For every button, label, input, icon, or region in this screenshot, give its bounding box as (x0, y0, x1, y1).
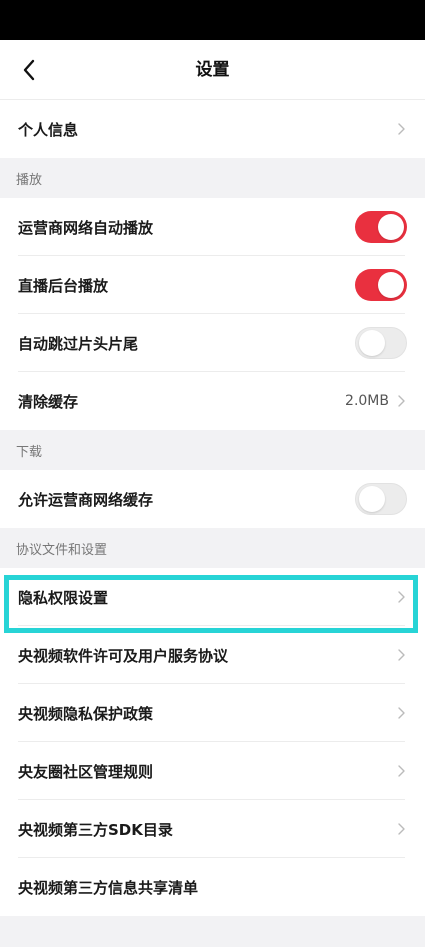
sdk-list-label: 央视频第三方SDK目录 (18, 820, 173, 839)
bottom-strip (0, 928, 425, 947)
toggle-knob (378, 214, 404, 240)
license-agreement-row[interactable]: 央视频软件许可及用户服务协议 (0, 626, 425, 684)
clear-cache-label: 清除缓存 (18, 392, 79, 411)
skip-intro-label: 自动跳过片头片尾 (18, 334, 139, 353)
info-sharing-label: 央视频第三方信息共享清单 (18, 878, 199, 897)
section-playback: 播放 (0, 158, 425, 198)
community-rules-label: 央友圈社区管理规则 (18, 762, 154, 781)
personal-info-row[interactable]: 个人信息 (0, 100, 425, 158)
allow-carrier-cache-toggle[interactable] (355, 483, 407, 515)
skip-intro-toggle[interactable] (355, 327, 407, 359)
cache-size-value: 2.0MB (345, 393, 389, 409)
chevron-right-icon (395, 122, 407, 136)
toggle-knob (359, 486, 385, 512)
chevron-right-icon (395, 822, 407, 836)
chevron-right-icon (395, 706, 407, 720)
skip-intro-row: 自动跳过片头片尾 (0, 314, 425, 372)
toggle-knob (378, 272, 404, 298)
allow-carrier-cache-label: 允许运营商网络缓存 (18, 490, 154, 509)
privacy-settings-row[interactable]: 隐私权限设置 (0, 568, 425, 626)
privacy-settings-label: 隐私权限设置 (18, 588, 109, 607)
settings-list: 个人信息 播放 运营商网络自动播放 直播后台播放 自动跳过片头片尾 清除缓存 2… (0, 100, 425, 916)
toggle-knob (359, 330, 385, 356)
section-download: 下载 (0, 430, 425, 470)
license-agreement-label: 央视频软件许可及用户服务协议 (18, 646, 229, 665)
carrier-autoplay-row: 运营商网络自动播放 (0, 198, 425, 256)
chevron-right-icon (395, 764, 407, 778)
personal-info-label: 个人信息 (18, 120, 79, 139)
community-rules-row[interactable]: 央友圈社区管理规则 (0, 742, 425, 800)
privacy-policy-label: 央视频隐私保护政策 (18, 704, 154, 723)
nav-header: 设置 (0, 40, 425, 100)
clear-cache-row[interactable]: 清除缓存 2.0MB (0, 372, 425, 430)
section-agreements: 协议文件和设置 (0, 528, 425, 568)
privacy-policy-row[interactable]: 央视频隐私保护政策 (0, 684, 425, 742)
info-sharing-row[interactable]: 央视频第三方信息共享清单 (0, 858, 425, 916)
carrier-autoplay-toggle[interactable] (355, 211, 407, 243)
page-title: 设置 (195, 60, 230, 80)
live-background-label: 直播后台播放 (18, 276, 109, 295)
chevron-right-icon (395, 648, 407, 662)
chevron-right-icon (395, 394, 407, 408)
live-background-toggle[interactable] (355, 269, 407, 301)
carrier-autoplay-label: 运营商网络自动播放 (18, 218, 154, 237)
chevron-right-icon (395, 590, 407, 604)
status-bar (0, 0, 425, 40)
allow-carrier-cache-row: 允许运营商网络缓存 (0, 470, 425, 528)
live-background-row: 直播后台播放 (0, 256, 425, 314)
sdk-list-row[interactable]: 央视频第三方SDK目录 (0, 800, 425, 858)
